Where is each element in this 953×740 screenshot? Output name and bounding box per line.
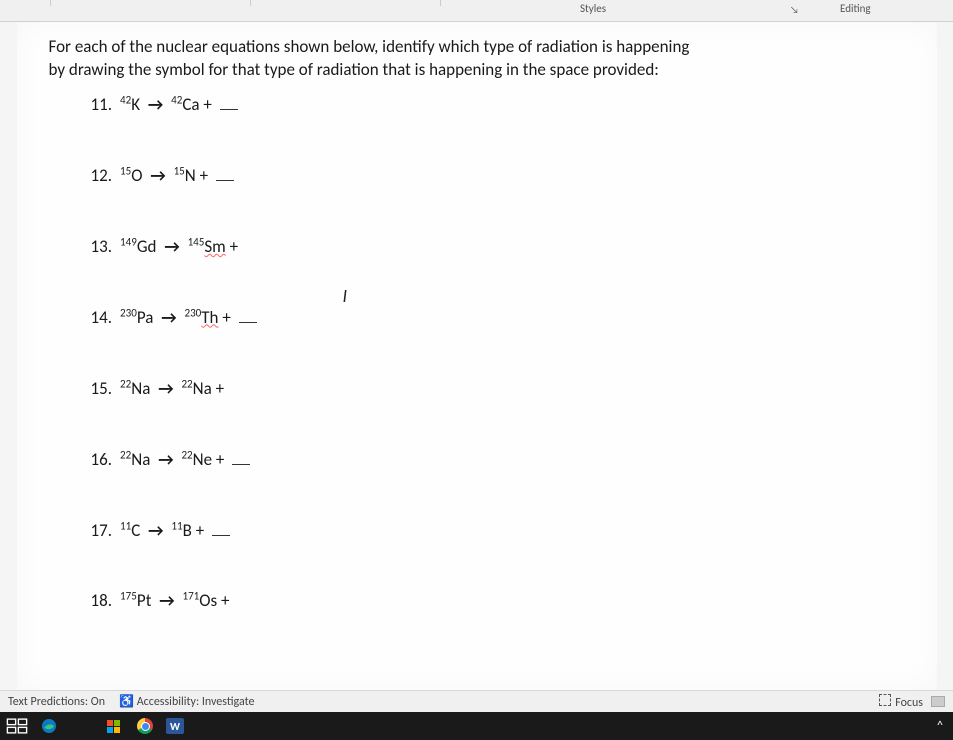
problem-number: 18. <box>91 590 113 613</box>
file-explorer-icon[interactable] <box>70 717 92 735</box>
answer-blank[interactable] <box>239 322 257 323</box>
arrow-icon: → <box>158 378 173 399</box>
focus-icon <box>879 694 891 706</box>
intro-line: by drawing the symbol for that type of r… <box>49 59 905 82</box>
problem-17: 17. 11C → 11B + <box>91 520 905 543</box>
tray-chevron-up-icon[interactable]: ^ <box>937 719 943 733</box>
taskbar: W ^ <box>0 712 953 740</box>
task-view-icon[interactable] <box>6 717 28 735</box>
answer-blank[interactable] <box>216 180 234 181</box>
problem-12: 12. 15O → 15N + <box>91 165 905 188</box>
equation: 22Na → 22Na + <box>120 378 224 401</box>
edge-browser-icon[interactable] <box>38 717 60 735</box>
problem-number: 15. <box>91 378 113 401</box>
arrow-icon: → <box>148 94 163 115</box>
accessibility-status[interactable]: ♿ Accessibility: Investigate <box>119 694 254 709</box>
problem-number: 17. <box>91 520 113 543</box>
problem-number: 16. <box>91 449 113 472</box>
equation: 22Na → 22Ne + <box>120 449 250 472</box>
arrow-icon: → <box>148 520 163 541</box>
ribbon-bottom-row: Styles ↘ Editing <box>0 0 953 22</box>
chrome-browser-icon[interactable] <box>134 717 156 735</box>
problem-16: 16. 22Na → 22Ne + <box>91 449 905 472</box>
accessibility-icon: ♿ <box>119 695 134 709</box>
equation: 15O → 15N + <box>120 165 234 188</box>
styles-dialog-launcher-icon[interactable]: ↘ <box>790 3 802 15</box>
problem-11: 11. 42K → 42Ca + <box>91 94 905 117</box>
intro-text: For each of the nuclear equations shown … <box>49 36 905 82</box>
arrow-icon: → <box>150 165 165 186</box>
document-page: For each of the nuclear equations shown … <box>17 22 937 690</box>
microsoft-store-icon[interactable] <box>102 717 124 735</box>
focus-mode-button[interactable]: Focus <box>879 694 923 710</box>
intro-line: For each of the nuclear equations shown … <box>49 36 905 59</box>
text-predictions-status[interactable]: Text Predictions: On <box>8 695 105 709</box>
arrow-icon: → <box>161 307 176 328</box>
equation: 42K → 42Ca + <box>120 94 238 117</box>
answer-blank[interactable] <box>232 464 250 465</box>
equation: 149Gd → 145Sm + <box>120 236 238 259</box>
problem-number: 14. <box>91 307 113 330</box>
answer-blank[interactable] <box>220 109 238 110</box>
equation: 11C → 11B + <box>120 520 230 543</box>
arrow-icon: → <box>158 449 173 470</box>
problem-13: 13. 149Gd → 145Sm + <box>91 236 905 259</box>
problem-number: 12. <box>91 165 113 188</box>
ribbon-group-styles-label: Styles <box>580 2 606 15</box>
problem-number: 11. <box>91 94 113 117</box>
problem-14: 14. 230Pa → 230Th + <box>91 307 905 330</box>
word-app-icon[interactable]: W <box>166 718 184 734</box>
problem-number: 13. <box>91 236 113 259</box>
arrow-icon: → <box>164 236 179 257</box>
arrow-icon: → <box>159 590 174 611</box>
problem-18: 18. 175Pt → 171Os + <box>91 590 905 613</box>
ribbon-group-editing-label: Editing <box>840 2 871 15</box>
text-cursor-icon: I <box>343 284 348 308</box>
read-mode-icon[interactable] <box>931 696 945 707</box>
answer-blank[interactable] <box>212 535 230 536</box>
status-bar: Text Predictions: On ♿ Accessibility: In… <box>0 690 953 712</box>
problem-15: 15. 22Na → 22Na + <box>91 378 905 401</box>
equation: 230Pa → 230Th + <box>120 307 257 330</box>
equation: 175Pt → 171Os + <box>120 590 229 613</box>
